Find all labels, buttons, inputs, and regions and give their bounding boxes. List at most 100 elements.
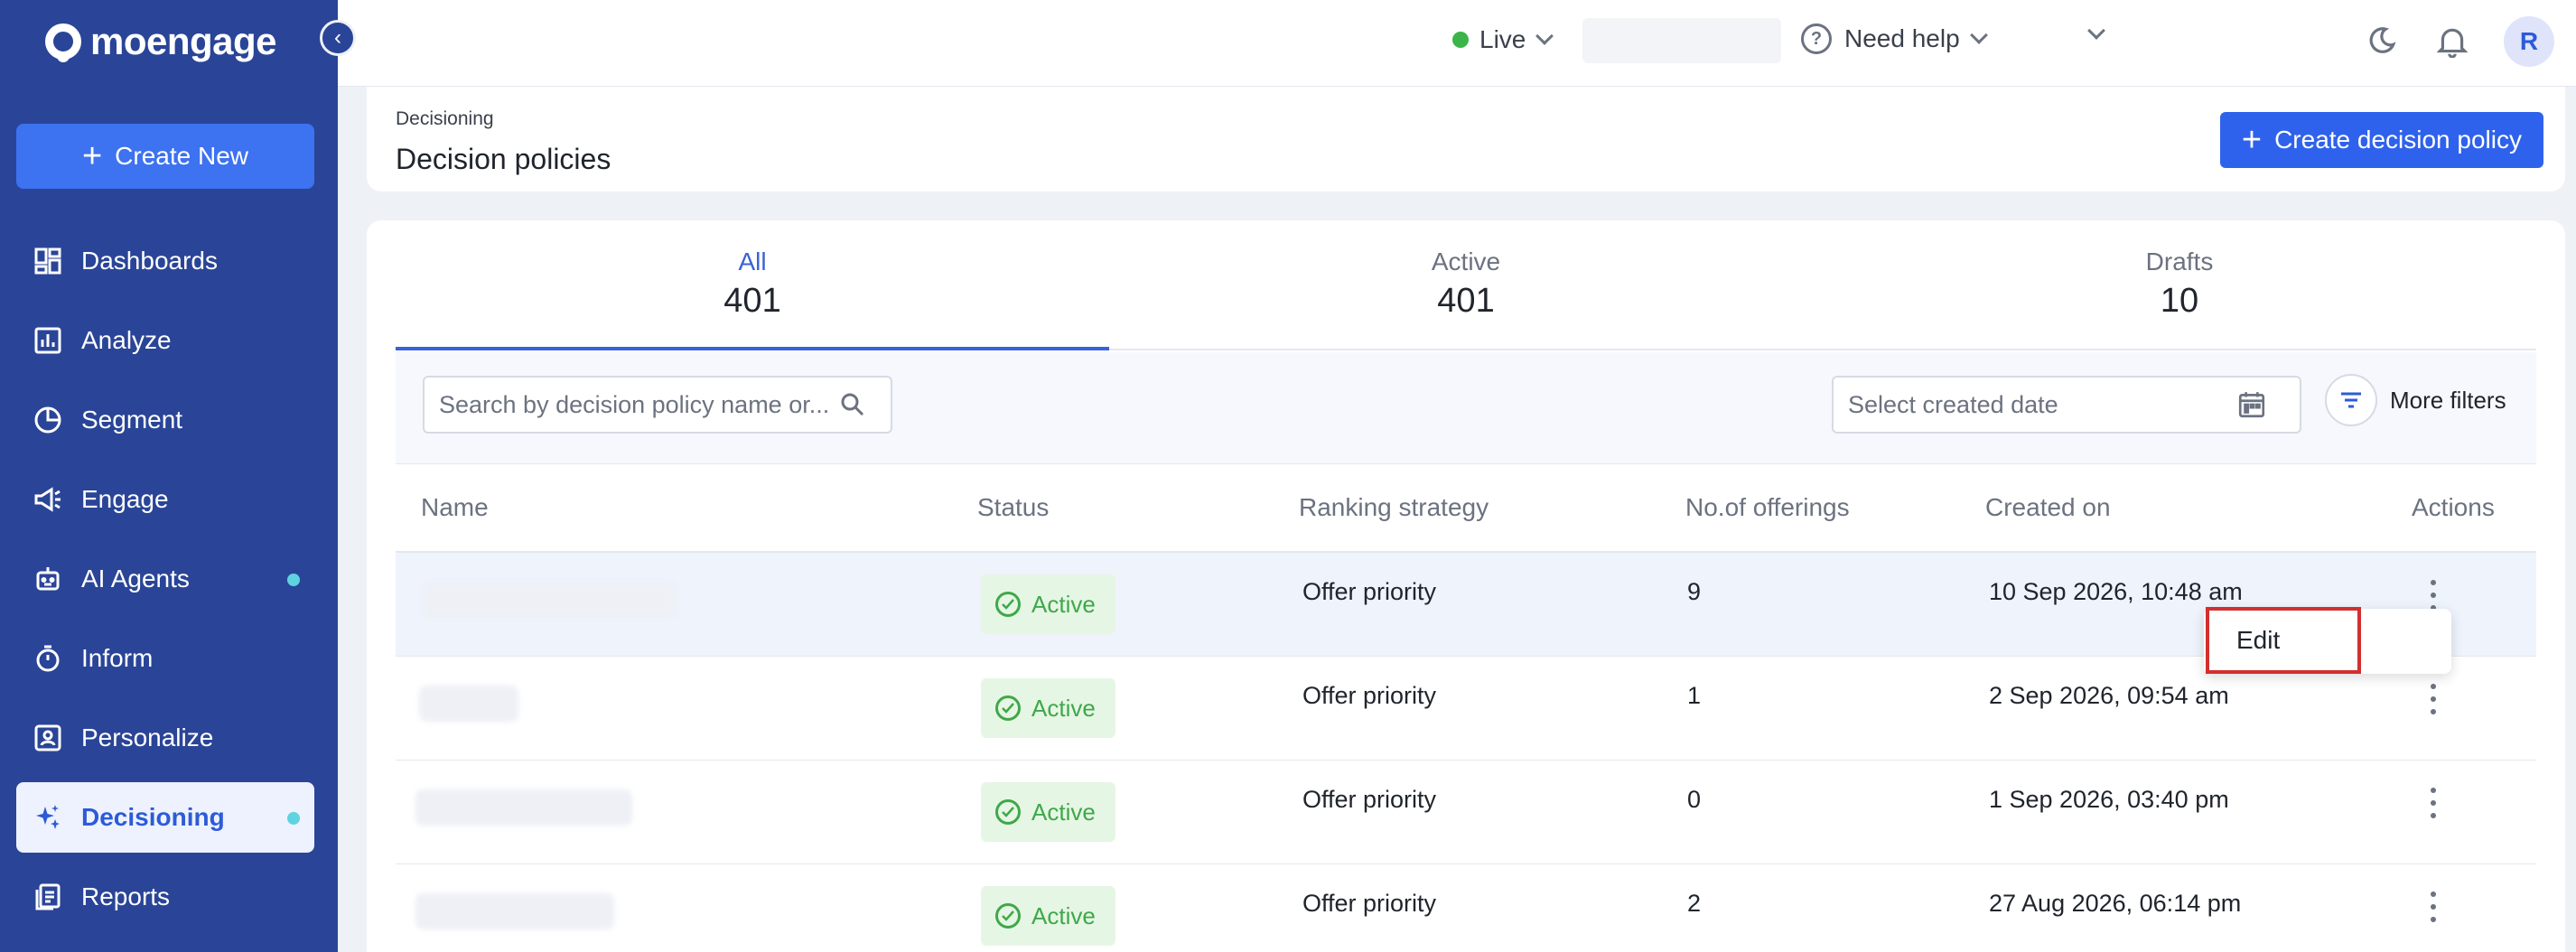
more-actions-icon[interactable] bbox=[2430, 580, 2437, 611]
moon-icon bbox=[2369, 27, 2396, 53]
table-row[interactable]: Active Offer priority 0 1 Sep 2026, 03:4… bbox=[396, 761, 2536, 864]
sidebar-item-inform[interactable]: Inform bbox=[16, 623, 314, 694]
sidebar-item-decisioning[interactable]: Decisioning bbox=[16, 782, 314, 853]
calendar-icon[interactable] bbox=[2236, 389, 2267, 420]
row-actions-menu: Edit bbox=[2204, 607, 2451, 674]
policy-name-redacted[interactable] bbox=[423, 582, 676, 618]
sidebar: moengage + Create New Dashboards Analyze… bbox=[0, 0, 338, 952]
table-header: Name Status Ranking strategy No.of offer… bbox=[396, 464, 2536, 553]
created-date-input[interactable] bbox=[1848, 390, 2236, 419]
analyze-icon bbox=[33, 325, 63, 356]
search-field bbox=[423, 376, 892, 434]
dashboards-icon bbox=[33, 246, 63, 276]
ranking-strategy: Offer priority bbox=[1302, 578, 1437, 605]
sidebar-item-personalize[interactable]: Personalize bbox=[16, 703, 314, 773]
status-badge: Active bbox=[981, 782, 1115, 842]
moengage-logo[interactable]: moengage bbox=[45, 20, 277, 63]
sidebar-item-segment[interactable]: Segment bbox=[16, 385, 314, 455]
edit-menu-item[interactable]: Edit bbox=[2206, 607, 2361, 674]
tab-drafts[interactable]: Drafts 10 bbox=[1823, 220, 2536, 349]
policy-name-redacted[interactable] bbox=[419, 686, 518, 722]
sidebar-item-label: Personalize bbox=[81, 723, 214, 751]
chevron-down-icon bbox=[1535, 27, 1554, 45]
column-header-status[interactable]: Status bbox=[977, 493, 1049, 522]
chevron-down-icon bbox=[2087, 22, 2105, 40]
avatar[interactable]: R bbox=[2504, 16, 2554, 67]
check-circle-icon bbox=[995, 695, 1021, 721]
status-badge: Active bbox=[981, 678, 1115, 738]
status-label: Active bbox=[1031, 694, 1096, 722]
search-input[interactable] bbox=[439, 390, 836, 419]
logo-text: moengage bbox=[90, 20, 277, 62]
column-header-ranking-strategy[interactable]: Ranking strategy bbox=[1299, 493, 1489, 522]
personalize-icon bbox=[33, 723, 63, 753]
status-tabs: All 401 Active 401 Drafts 10 bbox=[396, 220, 2536, 350]
ai-agents-icon bbox=[33, 564, 63, 594]
help-icon: ? bbox=[1801, 23, 1832, 54]
more-filters-button[interactable]: More filters bbox=[2325, 374, 2506, 426]
table-row[interactable]: Active Offer priority 2 27 Aug 2026, 06:… bbox=[396, 864, 2536, 952]
check-circle-icon bbox=[995, 592, 1021, 617]
more-filters-label: More filters bbox=[2390, 386, 2506, 414]
notifications-button[interactable] bbox=[2436, 25, 2469, 59]
workspace-dropdown-toggle[interactable] bbox=[2077, 22, 2105, 42]
more-actions-icon[interactable] bbox=[2430, 684, 2437, 714]
environment-label: Live bbox=[1479, 25, 1526, 53]
breadcrumb[interactable]: Decisioning bbox=[396, 108, 494, 130]
sidebar-item-label: AI Agents bbox=[81, 565, 190, 593]
column-header-name[interactable]: Name bbox=[421, 493, 489, 522]
column-header-offerings[interactable]: No.of offerings bbox=[1685, 493, 1850, 522]
logo-mark-icon bbox=[45, 23, 81, 62]
bell-icon bbox=[2436, 28, 2469, 59]
sidebar-item-dashboards[interactable]: Dashboards bbox=[16, 226, 314, 296]
chevron-left-icon: ‹ bbox=[334, 25, 341, 50]
check-circle-icon bbox=[995, 903, 1021, 929]
tab-active[interactable]: Active 401 bbox=[1109, 220, 1823, 349]
tab-count: 10 bbox=[2160, 282, 2199, 320]
status-badge: Active bbox=[981, 574, 1115, 634]
need-help-dropdown[interactable]: ? Need help bbox=[1801, 23, 1988, 54]
sidebar-item-engage[interactable]: Engage bbox=[16, 464, 314, 535]
sidebar-item-label: Analyze bbox=[81, 326, 172, 354]
filter-bar: More filters bbox=[396, 352, 2536, 464]
policy-name-redacted[interactable] bbox=[415, 789, 632, 826]
policy-name-redacted[interactable] bbox=[415, 893, 614, 929]
column-header-created-on[interactable]: Created on bbox=[1985, 493, 2111, 522]
collapse-sidebar-button[interactable]: ‹ bbox=[320, 20, 356, 56]
sidebar-item-analyze[interactable]: Analyze bbox=[16, 305, 314, 376]
tab-label: Drafts bbox=[2145, 247, 2214, 275]
ranking-strategy: Offer priority bbox=[1302, 682, 1437, 709]
live-status-icon bbox=[1452, 32, 1469, 48]
workspace-selector[interactable] bbox=[1582, 18, 1781, 63]
policies-table: Name Status Ranking strategy No.of offer… bbox=[396, 464, 2536, 952]
chevron-down-icon bbox=[1969, 26, 1988, 44]
create-new-button[interactable]: + Create New bbox=[16, 124, 314, 189]
plus-icon: + bbox=[81, 137, 103, 175]
sidebar-item-label: Reports bbox=[81, 882, 171, 910]
offerings-count: 9 bbox=[1687, 578, 1702, 605]
created-on: 10 Sep 2026, 10:48 am bbox=[1989, 578, 2243, 605]
dark-mode-toggle[interactable] bbox=[2366, 25, 2397, 56]
tab-count: 401 bbox=[1437, 282, 1495, 320]
engage-icon bbox=[33, 484, 63, 515]
created-on: 1 Sep 2026, 03:40 pm bbox=[1989, 786, 2229, 813]
tab-label: All bbox=[738, 247, 767, 275]
need-help-label: Need help bbox=[1844, 24, 1960, 52]
policies-card: All 401 Active 401 Drafts 10 More filter… bbox=[367, 220, 2565, 952]
search-icon[interactable] bbox=[840, 392, 865, 417]
status-badge: Active bbox=[981, 886, 1115, 946]
sidebar-item-label: Segment bbox=[81, 406, 183, 434]
environment-dropdown[interactable]: Live bbox=[1452, 25, 1554, 54]
sidebar-item-ai-agents[interactable]: AI Agents bbox=[16, 544, 314, 614]
sidebar-item-label: Inform bbox=[81, 644, 154, 672]
create-decision-policy-button[interactable]: + Create decision policy bbox=[2219, 112, 2543, 168]
tab-count: 401 bbox=[723, 282, 781, 320]
sidebar-item-reports[interactable]: Reports bbox=[16, 862, 314, 932]
more-actions-icon[interactable] bbox=[2430, 891, 2437, 922]
status-label: Active bbox=[1031, 798, 1096, 826]
more-actions-icon[interactable] bbox=[2430, 788, 2437, 818]
tab-all[interactable]: All 401 bbox=[396, 220, 1109, 350]
created-date-field bbox=[1832, 376, 2301, 434]
created-on: 2 Sep 2026, 09:54 am bbox=[1989, 682, 2229, 709]
notification-dot bbox=[287, 574, 300, 586]
